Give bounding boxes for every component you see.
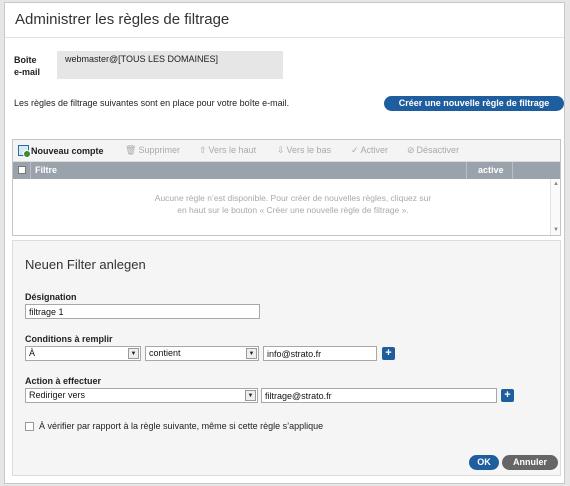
empty-table-message: Aucune règle n’est disponible. Pour crée… (103, 192, 483, 216)
new-account-button[interactable]: Nouveau compte (18, 145, 104, 158)
move-up-label: Vers le haut (208, 145, 257, 155)
action-type-value: Rediriger vers (29, 390, 86, 400)
select-all-checkbox[interactable] (18, 166, 26, 174)
condition-field-select[interactable]: À ▼ (25, 346, 141, 361)
column-header-filter[interactable]: Filtre (35, 165, 57, 175)
new-account-label: Nouveau compte (31, 146, 104, 156)
deactivate-label: Désactiver (416, 145, 460, 155)
activate-label: Activer (360, 145, 389, 155)
rules-table: Nouveau compte 🗑 Supprimer ⇧ Vers le haut … (12, 139, 561, 236)
scroll-down-icon[interactable]: ▼ (553, 227, 559, 233)
continue-evaluation-label[interactable]: À vérifier par rapport à la règle suivan… (39, 421, 323, 431)
filter-rules-panel: Administrer les règles de filtrage Boîte… (4, 2, 565, 484)
action-target-input[interactable]: filtrage@strato.fr (261, 388, 497, 403)
chevron-down-icon[interactable]: ▼ (246, 348, 257, 359)
deactivate-button[interactable]: ⊘ Désactiver (407, 145, 459, 156)
chevron-down-icon[interactable]: ▼ (245, 390, 256, 401)
rules-toolbar: Nouveau compte 🗑 Supprimer ⇧ Vers le haut … (13, 140, 560, 162)
empty-message-line2: en haut sur le bouton « Créer une nouvel… (177, 205, 409, 215)
no-entry-icon: ⊘ (407, 145, 415, 155)
conditions-label: Conditions à remplir (25, 334, 113, 344)
new-account-icon (18, 145, 31, 158)
empty-message-line1: Aucune règle n’est disponible. Pour crée… (154, 193, 432, 203)
add-action-button[interactable]: + (501, 389, 514, 402)
scroll-up-icon[interactable]: ▲ (553, 181, 559, 187)
mailbox-label-line1: Boîte (14, 55, 37, 65)
move-down-button[interactable]: ⇩ Vers le bas (277, 145, 331, 156)
designation-label: Désignation (25, 292, 77, 302)
create-rule-button[interactable]: Créer une nouvelle règle de filtrage (384, 96, 564, 111)
ok-button[interactable]: OK (469, 455, 499, 470)
action-label: Action à effectuer (25, 376, 102, 386)
trash-icon: 🗑 (125, 145, 137, 155)
plus-icon: + (504, 389, 511, 401)
move-up-button[interactable]: ⇧ Vers le haut (199, 145, 256, 156)
intro-text: Les règles de filtrage suivantes sont en… (14, 98, 290, 108)
arrow-down-icon: ⇩ (277, 145, 285, 155)
condition-field-value: À (29, 348, 36, 358)
delete-button[interactable]: 🗑 Supprimer (125, 145, 180, 156)
arrow-up-icon: ⇧ (199, 145, 207, 155)
mailbox-label: Boîte e-mail (14, 54, 54, 78)
chevron-down-icon[interactable]: ▼ (128, 348, 139, 359)
mailbox-value: webmaster@[TOUS LES DOMAINES] (57, 51, 283, 79)
column-divider (466, 162, 467, 179)
activate-button[interactable]: ✓ Activer (351, 145, 388, 156)
table-scrollbar[interactable]: ▲ ▼ (550, 179, 560, 235)
check-icon: ✓ (351, 145, 359, 155)
condition-value-input[interactable]: info@strato.fr (263, 346, 377, 361)
condition-operator-select[interactable]: contient ▼ (145, 346, 259, 361)
designation-input[interactable]: filtrage 1 (25, 304, 260, 319)
move-down-label: Vers le bas (286, 145, 332, 155)
condition-operator-value: contient (149, 348, 181, 358)
mailbox-label-line2: e-mail (14, 67, 41, 77)
continue-evaluation-checkbox[interactable] (25, 422, 34, 431)
rules-table-header: Filtre active (13, 162, 560, 179)
column-divider (512, 162, 513, 179)
new-filter-form: Neuen Filter anlegen Désignation filtrag… (12, 240, 561, 476)
page-title: Administrer les règles de filtrage (15, 11, 230, 28)
add-condition-button[interactable]: + (382, 347, 395, 360)
column-divider (30, 162, 31, 179)
delete-label: Supprimer (138, 145, 180, 155)
action-type-select[interactable]: Rediriger vers ▼ (25, 388, 258, 403)
column-header-active[interactable]: active (478, 165, 504, 175)
cancel-button[interactable]: Annuler (502, 455, 558, 470)
form-title: Neuen Filter anlegen (25, 257, 146, 272)
title-divider (5, 37, 564, 38)
plus-icon: + (385, 347, 392, 359)
